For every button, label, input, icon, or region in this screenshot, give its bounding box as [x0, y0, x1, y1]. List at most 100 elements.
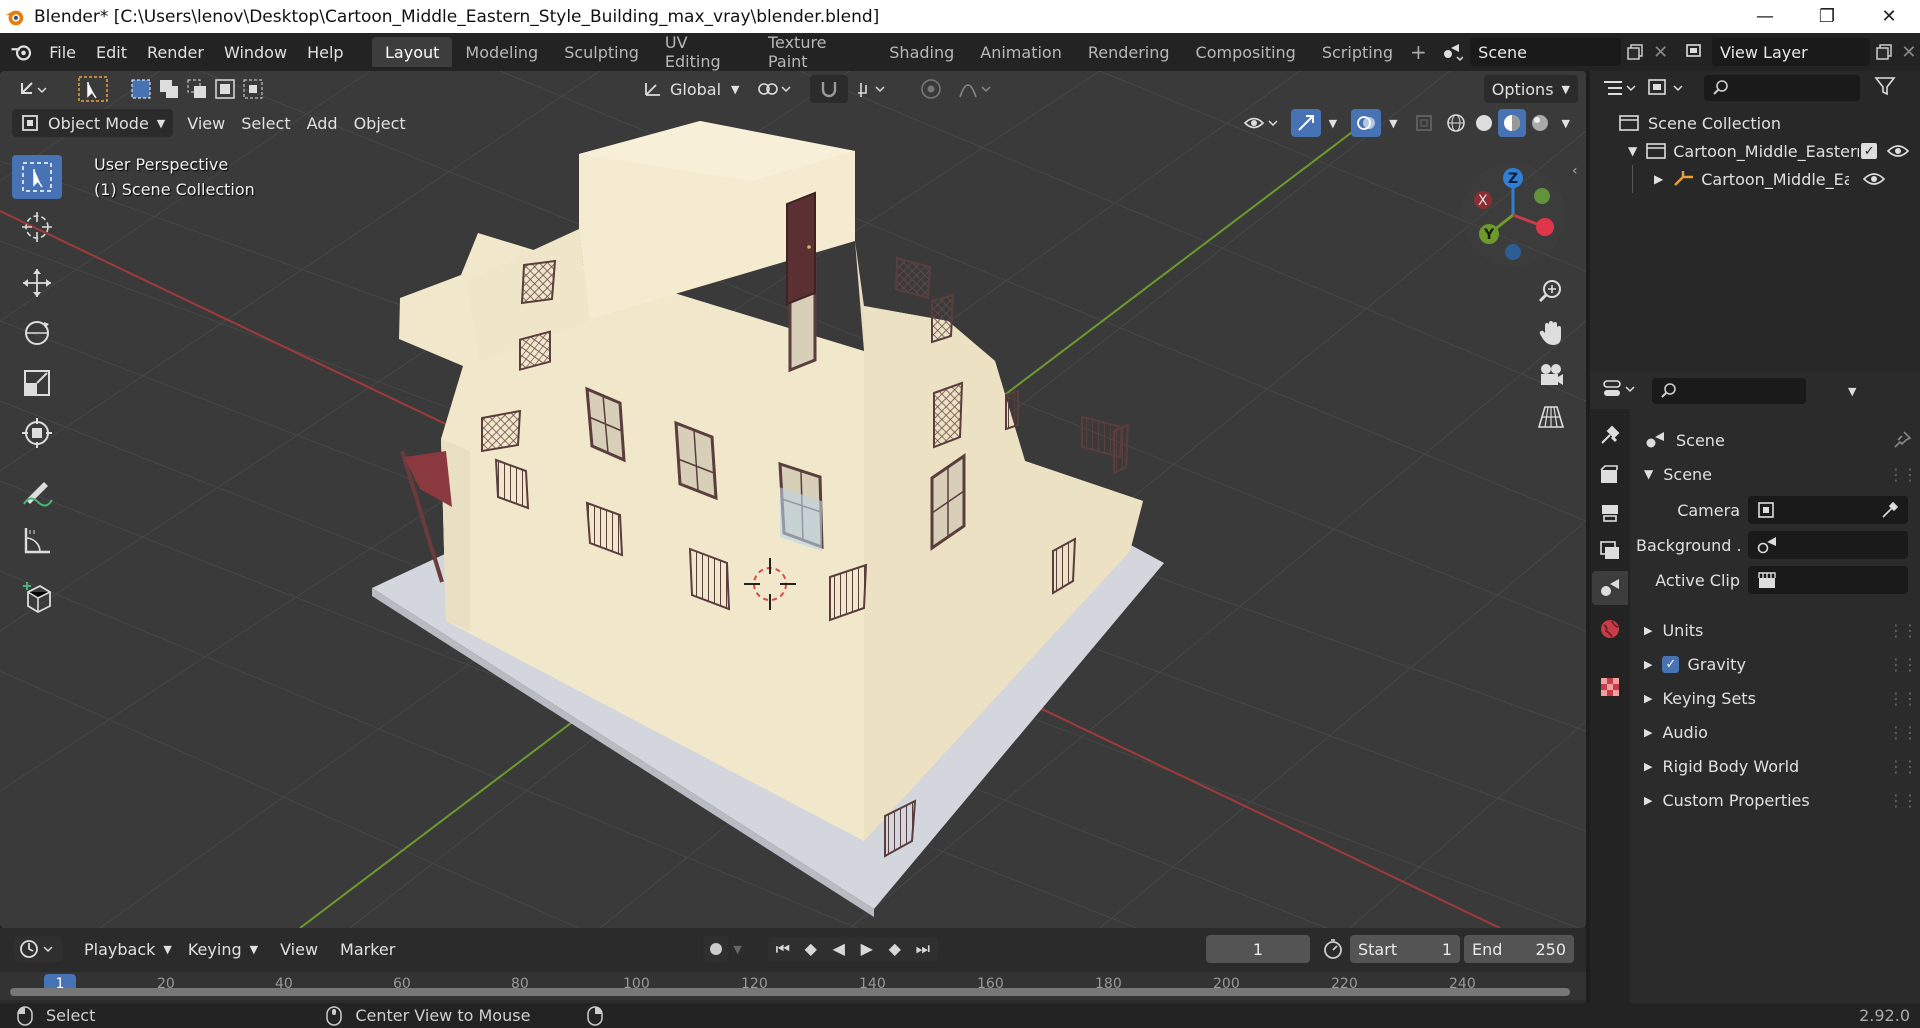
scene-panel-header[interactable]: ▼ Scene ⋮⋮ — [1636, 457, 1920, 491]
scene-render[interactable] — [0, 71, 1586, 928]
new-view-layer-icon[interactable] — [1870, 38, 1898, 66]
properties-search-input[interactable] — [1652, 378, 1806, 404]
visibility-dropdown-icon[interactable] — [1235, 109, 1291, 137]
proportional-editing-icon[interactable] — [912, 75, 950, 103]
timeline-scrollbar[interactable] — [10, 988, 1570, 996]
perspective-toggle-icon[interactable] — [1533, 399, 1569, 435]
camera-view-icon[interactable] — [1533, 357, 1569, 393]
scene-name-field[interactable]: Scene — [1470, 38, 1621, 66]
tool-scale[interactable] — [12, 361, 62, 405]
tab-scripting[interactable]: Scripting — [1309, 37, 1406, 67]
drag-handle-icon[interactable]: ⋮⋮ — [1888, 655, 1918, 674]
tool-transform[interactable] — [12, 411, 62, 455]
tab-render-icon[interactable] — [1598, 463, 1622, 491]
view-layer-icon[interactable] — [1681, 38, 1712, 66]
menu-select[interactable]: Select — [233, 109, 298, 137]
current-frame-field[interactable]: 1 — [1206, 935, 1310, 963]
eye-icon[interactable] — [1887, 143, 1910, 159]
shading-solid-icon[interactable] — [1470, 109, 1498, 137]
select-box-new-icon[interactable] — [130, 78, 152, 100]
jump-start-icon[interactable]: ⏮ — [770, 939, 796, 959]
shading-rendered-icon[interactable] — [1526, 109, 1554, 137]
tool-move[interactable] — [12, 261, 62, 305]
3d-viewport[interactable]: Global ▼ Options ▼ Object Mode ▼ View Se… — [0, 71, 1586, 928]
gravity-checkbox[interactable]: ✓ — [1662, 655, 1680, 673]
outliner-row-collection[interactable]: ▼ Cartoon_Middle_Eastern_ ✓ — [1590, 137, 1920, 165]
menu-add[interactable]: Add — [299, 109, 346, 137]
new-scene-icon[interactable] — [1621, 38, 1649, 66]
drag-handle-icon[interactable]: ⋮⋮ — [1888, 465, 1918, 484]
stopwatch-icon[interactable] — [1320, 937, 1346, 961]
tool-measure[interactable] — [12, 519, 62, 563]
background-scene-field[interactable] — [1748, 531, 1908, 559]
auto-keying-record-icon[interactable] — [703, 936, 730, 962]
pan-hand-icon[interactable] — [1533, 315, 1569, 351]
gizmo-toggle-icon[interactable] — [1290, 109, 1321, 137]
playback-dropdown[interactable]: Playback ▼ — [76, 935, 180, 963]
timeline-menu-view[interactable]: View — [272, 935, 326, 963]
tab-world-icon[interactable] — [1598, 617, 1622, 645]
jump-keyframe-back-icon[interactable]: ◆ — [798, 939, 824, 959]
menu-render[interactable]: Render — [137, 37, 214, 67]
keying-sets-panel-header[interactable]: ▶ Keying Sets ⋮⋮ — [1636, 681, 1920, 715]
menu-object[interactable]: Object — [346, 109, 414, 137]
zoom-icon[interactable] — [1533, 273, 1569, 309]
tab-compositing[interactable]: Compositing — [1183, 37, 1309, 67]
object-mode-dropdown[interactable]: Object Mode ▼ — [12, 109, 174, 137]
drag-handle-icon[interactable]: ⋮⋮ — [1888, 621, 1918, 640]
audio-panel-header[interactable]: ▶ Audio ⋮⋮ — [1636, 715, 1920, 749]
drag-handle-icon[interactable]: ⋮⋮ — [1888, 791, 1918, 810]
tab-tool-icon[interactable] — [1598, 423, 1622, 451]
xray-toggle-icon[interactable] — [1406, 109, 1442, 137]
properties-editor-type-icon[interactable] — [1602, 378, 1642, 404]
shading-dropdown-icon[interactable]: ▼ — [1554, 109, 1578, 137]
keying-dropdown[interactable]: Keying ▼ — [180, 935, 266, 963]
tab-rendering[interactable]: Rendering — [1075, 37, 1183, 67]
end-frame-field[interactable]: End 250 — [1464, 935, 1574, 963]
menu-help[interactable]: Help — [297, 37, 353, 67]
auto-keying-dropdown-icon[interactable]: ▼ — [733, 943, 741, 956]
drag-handle-icon[interactable]: ⋮⋮ — [1888, 723, 1918, 742]
scene-selector-icon[interactable] — [1437, 38, 1468, 66]
jump-keyframe-forward-icon[interactable]: ◆ — [882, 939, 908, 959]
tab-texture-icon[interactable] — [1598, 675, 1622, 703]
outliner-row-object[interactable]: ▶ Cartoon_Middle_East — [1590, 165, 1920, 193]
units-panel-header[interactable]: ▶ Units ⋮⋮ — [1636, 613, 1920, 647]
tool-cursor[interactable] — [12, 205, 62, 249]
start-frame-field[interactable]: Start 1 — [1350, 935, 1460, 963]
select-box-invert-icon[interactable] — [214, 78, 236, 100]
tab-animation[interactable]: Animation — [967, 37, 1075, 67]
select-box-subtract-icon[interactable] — [186, 78, 208, 100]
minimize-button[interactable]: — — [1734, 0, 1796, 33]
overlay-toggle-icon[interactable] — [1351, 109, 1382, 137]
menu-view[interactable]: View — [179, 109, 233, 137]
tab-sculpting[interactable]: Sculpting — [551, 37, 652, 67]
tool-add-cube[interactable] — [12, 575, 62, 619]
select-mode-icon[interactable] — [70, 75, 116, 103]
properties-options-icon[interactable]: ▼ — [1848, 385, 1856, 398]
menu-edit[interactable]: Edit — [86, 37, 137, 67]
close-button[interactable]: ✕ — [1858, 0, 1920, 33]
drag-handle-icon[interactable]: ⋮⋮ — [1888, 757, 1918, 776]
delete-view-layer-icon[interactable]: ✕ — [1898, 42, 1920, 63]
tab-modeling[interactable]: Modeling — [452, 37, 551, 67]
active-clip-field[interactable] — [1748, 566, 1908, 594]
camera-field[interactable] — [1748, 496, 1908, 524]
menu-file[interactable]: File — [39, 37, 86, 67]
sidebar-toggle-icon[interactable]: ‹ — [1572, 163, 1578, 179]
eye-icon[interactable] — [1863, 171, 1886, 187]
select-box-extend-icon[interactable] — [158, 78, 180, 100]
pin-icon[interactable] — [1892, 430, 1912, 450]
tool-annotate[interactable] — [12, 469, 62, 513]
blender-menu-icon[interactable] — [6, 37, 39, 67]
options-dropdown[interactable]: Options ▼ — [1483, 75, 1578, 103]
view-layer-field[interactable]: View Layer — [1712, 38, 1871, 66]
play-reverse-icon[interactable]: ◀ — [826, 939, 852, 959]
tab-texture-paint[interactable]: Texture Paint — [755, 33, 876, 71]
tab-shading[interactable]: Shading — [876, 37, 967, 67]
menu-window[interactable]: Window — [214, 37, 297, 67]
tab-layout[interactable]: Layout — [372, 37, 453, 67]
outliner-editor-type-icon[interactable] — [1602, 77, 1642, 99]
navigation-gizmo[interactable]: Z Y X — [1455, 161, 1575, 271]
tab-output-icon[interactable] — [1598, 501, 1622, 529]
